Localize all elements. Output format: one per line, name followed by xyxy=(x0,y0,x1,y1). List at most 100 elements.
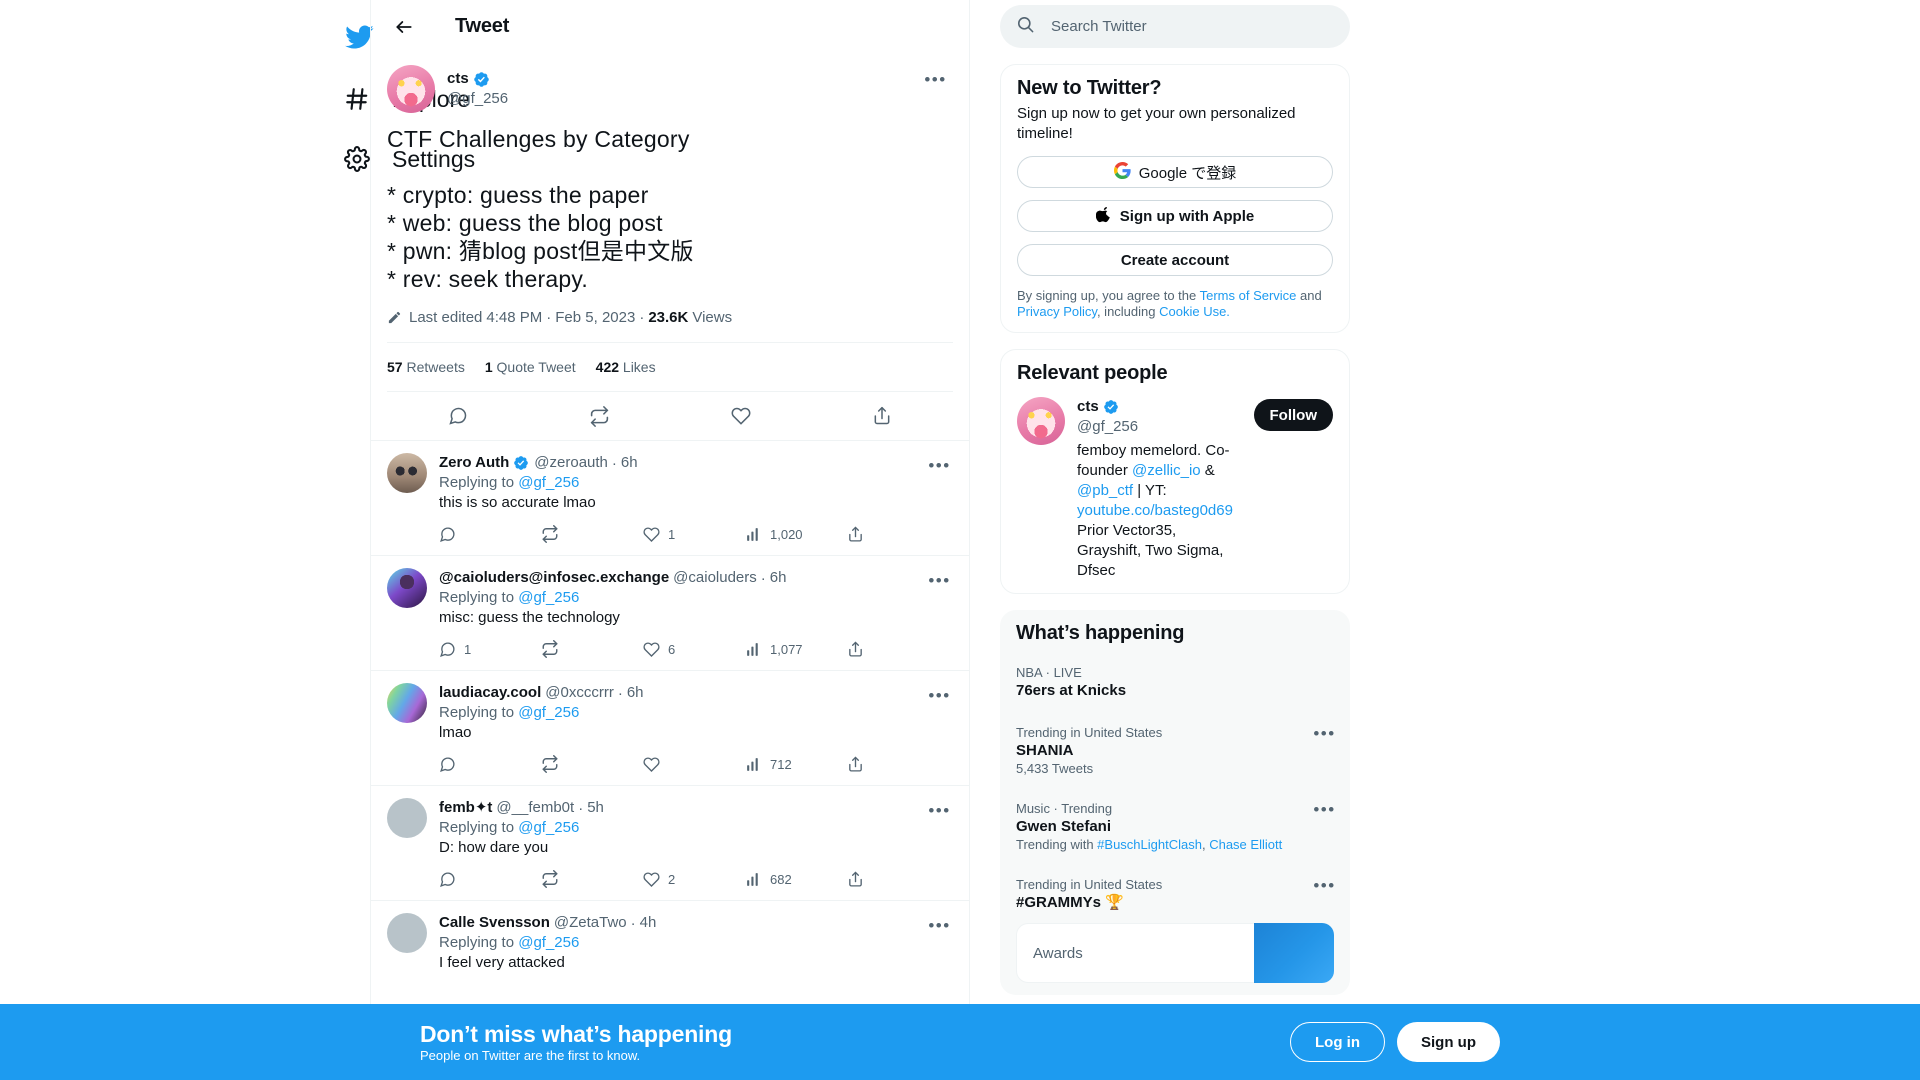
avatar[interactable] xyxy=(387,453,427,493)
share-icon[interactable] xyxy=(812,396,954,436)
reply-timestamp: 6h xyxy=(769,569,787,586)
reply-icon[interactable] xyxy=(439,870,541,888)
like-icon[interactable]: 1 xyxy=(643,525,745,543)
avatar[interactable] xyxy=(1017,397,1065,445)
more-options-icon[interactable]: ••• xyxy=(918,69,953,91)
like-icon[interactable]: 6 xyxy=(643,640,745,658)
trend-with-link-2[interactable]: Chase Elliott xyxy=(1209,837,1282,852)
replying-to-line: Replying to @gf_256 xyxy=(439,934,953,951)
banner-text-group: Don’t miss what’s happening People on Tw… xyxy=(420,1020,732,1064)
stat-likes[interactable]: 422 Likes xyxy=(596,359,656,375)
follow-button[interactable]: Follow xyxy=(1253,399,1333,431)
more-options-icon[interactable]: ••• xyxy=(1307,875,1342,897)
views-icon[interactable]: 1,077 xyxy=(745,640,847,658)
like-icon[interactable]: 2 xyxy=(643,870,745,888)
stat-quote-tweets[interactable]: 1 Quote Tweet xyxy=(485,359,576,375)
more-options-icon[interactable]: ••• xyxy=(1307,799,1342,821)
reply-item[interactable]: femb✦t @__femb0t · 5h Replying to @gf_25… xyxy=(371,785,969,900)
more-options-icon[interactable]: ••• xyxy=(922,915,957,937)
trend-context: Music · Trending xyxy=(1016,801,1113,816)
like-icon[interactable] xyxy=(643,755,745,773)
reply-timestamp: 6h xyxy=(626,684,644,701)
relevant-person[interactable]: cts @gf_256 femboy memelord. Co-founder … xyxy=(1017,397,1333,581)
share-icon[interactable] xyxy=(847,755,864,773)
bio-mention-pbctf[interactable]: @pb_ctf xyxy=(1077,482,1133,499)
retweet-icon[interactable] xyxy=(541,525,643,543)
like-count: 1 xyxy=(668,526,676,542)
bio-mention-zellic[interactable]: @zellic_io xyxy=(1132,462,1201,479)
trend-item[interactable]: NBA · LIVE 76ers at Knicks xyxy=(1000,653,1350,713)
right-sidebar: New to Twitter? Sign up now to get your … xyxy=(1000,0,1350,1080)
replying-to-handle[interactable]: @gf_256 xyxy=(518,704,579,721)
retweet-icon[interactable] xyxy=(541,870,643,888)
left-sidebar: Explore Settings xyxy=(0,0,475,1080)
replying-to-handle[interactable]: @gf_256 xyxy=(518,934,579,951)
reply-item[interactable]: laudiacay.cool @0xcccrrr · 6h Replying t… xyxy=(371,670,969,785)
share-icon[interactable] xyxy=(847,870,864,888)
more-options-icon[interactable]: ••• xyxy=(1307,723,1342,745)
replying-to-line: Replying to @gf_256 xyxy=(439,819,953,836)
back-arrow-icon[interactable] xyxy=(387,10,421,44)
bio-youtube-link[interactable]: youtube.co/basteg0d69 xyxy=(1077,502,1233,519)
reply-icon[interactable] xyxy=(439,525,541,543)
avatar[interactable] xyxy=(387,683,427,723)
google-signup-button[interactable]: Google で登録 xyxy=(1017,156,1333,188)
reply-item[interactable]: Zero Auth @zeroauth · 6h Replying to @gf… xyxy=(371,440,969,555)
share-icon[interactable] xyxy=(847,525,864,543)
trend-media-label-box[interactable]: Awards xyxy=(1016,923,1254,983)
author-name-row[interactable]: cts xyxy=(447,69,508,89)
tweet-text: CTF Challenges by Category * crypto: gue… xyxy=(387,126,694,292)
terms-of-service-link[interactable]: Terms of Service xyxy=(1200,288,1297,303)
create-account-button[interactable]: Create account xyxy=(1017,244,1333,276)
replying-to-handle[interactable]: @gf_256 xyxy=(518,474,579,491)
avatar[interactable] xyxy=(387,65,435,113)
trend-item[interactable]: Music · Trending Gwen Stefani Trending w… xyxy=(1000,789,1350,865)
more-options-icon[interactable]: ••• xyxy=(922,570,957,592)
replying-to-handle[interactable]: @gf_256 xyxy=(518,589,579,606)
retweet-icon[interactable] xyxy=(529,396,671,436)
trend-with: Trending with #BuschLightClash, Chase El… xyxy=(1016,837,1334,853)
replying-to-handle[interactable]: @gf_256 xyxy=(518,819,579,836)
trend-with-link-1[interactable]: #BuschLightClash xyxy=(1097,837,1202,852)
trend-media-thumbnail[interactable] xyxy=(1254,923,1334,983)
stat-retweets[interactable]: 57 Retweets xyxy=(387,359,465,375)
bio-part-2: | YT: xyxy=(1133,482,1167,499)
reply-display-name: Calle Svensson xyxy=(439,914,550,931)
trend-item[interactable]: Trending in United States SHANIA 5,433 T… xyxy=(1000,713,1350,789)
retweet-icon[interactable] xyxy=(541,640,643,658)
avatar[interactable] xyxy=(387,798,427,838)
more-options-icon[interactable]: ••• xyxy=(922,455,957,477)
views-icon[interactable]: 712 xyxy=(745,755,847,773)
reply-icon[interactable] xyxy=(387,396,529,436)
author-names: cts @gf_256 xyxy=(447,65,508,113)
banner-title: Don’t miss what’s happening xyxy=(420,1021,732,1047)
replying-to-label: Replying to xyxy=(439,474,515,491)
person-display-name: cts xyxy=(1077,398,1099,415)
reply-icon[interactable] xyxy=(439,755,541,773)
trend-item[interactable]: Trending in United States #GRAMMYs 🏆 •••… xyxy=(1000,865,1350,995)
like-icon[interactable] xyxy=(670,396,812,436)
more-options-icon[interactable]: ••• xyxy=(922,685,957,707)
legal-including: , including xyxy=(1096,304,1160,319)
retweet-icon[interactable] xyxy=(541,755,643,773)
cookie-use-link[interactable]: Cookie Use. xyxy=(1159,304,1230,319)
reply-icon[interactable]: 1 xyxy=(439,640,541,658)
like-count: 6 xyxy=(668,641,676,657)
share-icon[interactable] xyxy=(847,640,864,658)
avatar[interactable] xyxy=(387,913,427,953)
reply-handle: @ZetaTwo xyxy=(553,914,627,931)
reply-item[interactable]: @caioluders@infosec.exchange @caioluders… xyxy=(371,555,969,670)
search-input[interactable] xyxy=(1051,18,1334,35)
reply-item[interactable]: Calle Svensson @ZetaTwo · 4h Replying to… xyxy=(371,900,969,985)
privacy-policy-link[interactable]: Privacy Policy xyxy=(1017,304,1097,319)
more-options-icon[interactable]: ••• xyxy=(922,800,957,822)
apple-signup-button[interactable]: Sign up with Apple xyxy=(1017,200,1333,232)
views-icon[interactable]: 682 xyxy=(745,870,847,888)
views-icon[interactable]: 1,020 xyxy=(745,525,847,543)
log-in-button[interactable]: Log in xyxy=(1290,1022,1385,1062)
search-box[interactable] xyxy=(1000,5,1350,48)
tweet-edit-label: Last edited xyxy=(409,309,483,326)
sign-up-button[interactable]: Sign up xyxy=(1397,1022,1500,1062)
avatar[interactable] xyxy=(387,568,427,608)
tweet-views-count: 23.6K xyxy=(648,309,689,326)
